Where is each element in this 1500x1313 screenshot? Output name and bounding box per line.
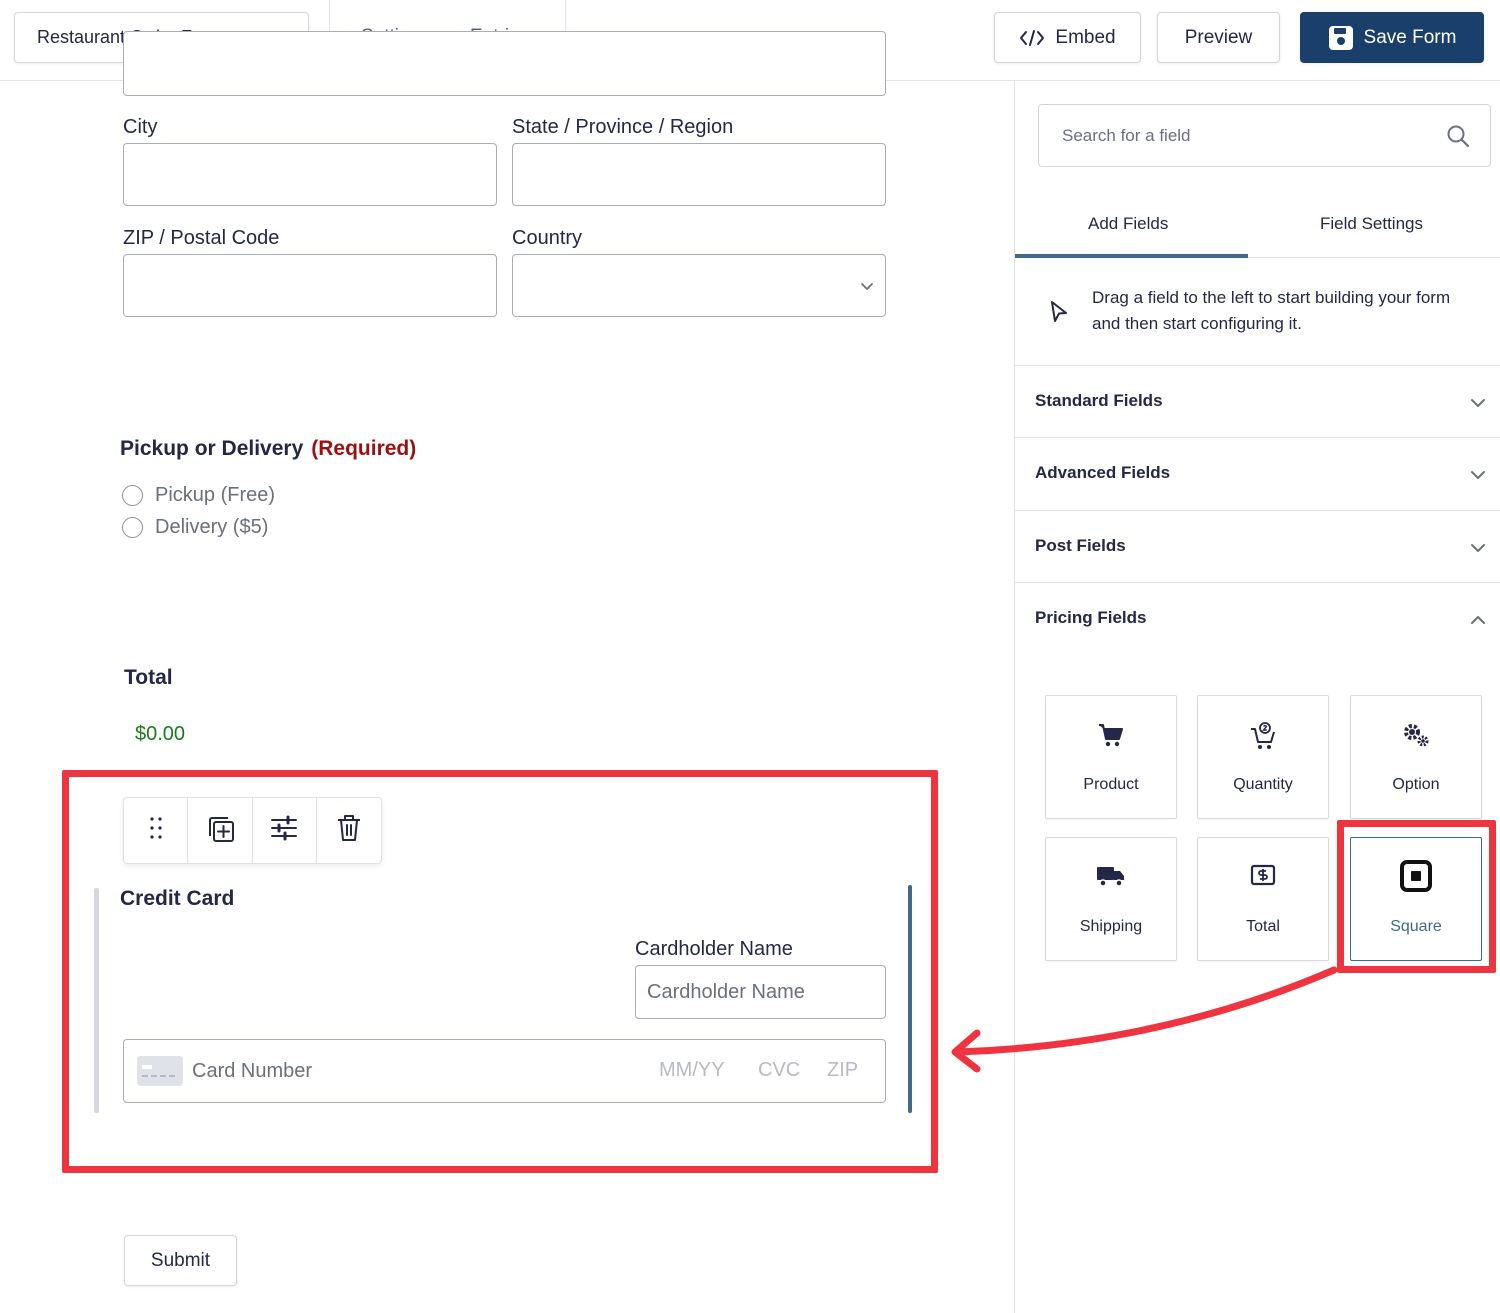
submit-button[interactable]: Submit — [124, 1235, 237, 1286]
country-label: Country — [512, 227, 583, 249]
radio-delivery[interactable]: Delivery ($5) — [122, 516, 268, 539]
country-select[interactable] — [512, 254, 886, 317]
drag-hint: Drag a field to the left to start buildi… — [1092, 288, 1451, 333]
selected-indicator — [908, 885, 912, 1113]
duplicate-icon — [204, 812, 236, 849]
dollar-bill-icon — [1198, 864, 1328, 886]
sliders-icon — [270, 815, 298, 846]
zip-placeholder: ZIP — [827, 1059, 859, 1081]
state-input[interactable] — [512, 143, 886, 206]
form-canvas: City State / Province / Region ZIP / Pos… — [0, 31, 1014, 1313]
pickup-delivery-label: Pickup or Delivery (Required) — [120, 437, 416, 461]
cardholder-name-input[interactable]: Cardholder Name — [635, 965, 886, 1019]
radio-button[interactable] — [122, 485, 143, 506]
search-placeholder: Search for a field — [1062, 125, 1191, 145]
drag-handle[interactable] — [124, 798, 189, 863]
cardholder-name-label: Cardholder Name — [635, 938, 793, 960]
radio-label: Pickup (Free) — [155, 484, 276, 506]
group-advanced-fields[interactable]: Advanced Fields — [1015, 437, 1500, 509]
truck-icon — [1046, 864, 1176, 888]
tile-label: Shipping — [1079, 918, 1143, 935]
field-search-input[interactable]: Search for a field — [1038, 104, 1491, 167]
trash-icon — [336, 814, 362, 847]
zip-input[interactable] — [123, 254, 497, 317]
group-pricing-fields[interactable]: Pricing Fields — [1015, 582, 1500, 654]
tile-label: Quantity — [1233, 776, 1293, 793]
credit-card-label: Credit Card — [120, 887, 235, 910]
group-standard-fields[interactable]: Standard Fields — [1015, 365, 1500, 437]
cart-icon — [1046, 722, 1176, 748]
card-number-input[interactable]: Card Number MM/YY CVC ZIP — [123, 1039, 886, 1103]
cursor-icon — [1049, 300, 1069, 329]
preview-label: Preview — [1184, 26, 1253, 48]
save-form-button[interactable]: Save Form — [1300, 12, 1484, 63]
cart-quantity-icon — [1198, 722, 1328, 750]
chevron-down-icon — [1469, 539, 1487, 562]
chevron-down-icon — [859, 279, 875, 300]
field-tile-shipping[interactable]: Shipping — [1045, 837, 1177, 961]
field-toolbar — [123, 797, 382, 864]
preview-button[interactable]: Preview — [1157, 12, 1280, 63]
tile-label: Total — [1246, 918, 1280, 935]
tab-field-settings[interactable]: Field Settings — [1320, 214, 1423, 234]
city-label: City — [123, 116, 158, 138]
state-label: State / Province / Region — [512, 116, 734, 138]
tab-add-fields[interactable]: Add Fields — [1088, 214, 1168, 234]
credit-card-icon — [137, 1056, 183, 1086]
expiry-placeholder: MM/YY — [659, 1059, 725, 1081]
embed-button[interactable]: Embed — [994, 12, 1141, 63]
radio-label: Delivery ($5) — [155, 516, 269, 538]
group-label: Standard Fields — [1035, 391, 1163, 410]
active-tab-indicator — [1015, 254, 1248, 258]
group-label: Advanced Fields — [1035, 463, 1171, 482]
group-label: Post Fields — [1035, 536, 1126, 555]
tile-label: Option — [1392, 776, 1440, 793]
chevron-down-icon — [1469, 466, 1487, 489]
save-form-label: Save Form — [1363, 26, 1457, 48]
duplicate-field-button[interactable] — [188, 798, 253, 863]
total-value: $0.00 — [135, 723, 186, 745]
zip-label: ZIP / Postal Code — [123, 227, 280, 249]
chevron-up-icon — [1469, 611, 1487, 634]
required-marker: (Required) — [311, 437, 417, 460]
pickup-delivery-title: Pickup or Delivery — [120, 437, 304, 460]
radio-pickup[interactable]: Pickup (Free) — [122, 484, 275, 507]
address-input[interactable] — [123, 31, 886, 96]
tile-label: Product — [1083, 776, 1139, 793]
field-tile-quantity[interactable]: Quantity — [1197, 695, 1329, 819]
radio-button[interactable] — [122, 517, 143, 538]
drag-handle-icon — [149, 816, 163, 845]
city-input[interactable] — [123, 143, 497, 206]
field-indicator — [94, 888, 99, 1113]
embed-label: Embed — [1055, 26, 1116, 48]
highlight-box — [1337, 820, 1496, 973]
chevron-down-icon — [1469, 394, 1487, 417]
floppy-disk-icon — [1328, 25, 1354, 51]
field-tile-option[interactable]: Option — [1350, 695, 1482, 819]
submit-label: Submit — [150, 1249, 211, 1271]
delete-field-button[interactable] — [317, 798, 381, 863]
search-icon — [1446, 124, 1470, 153]
cardholder-placeholder: Cardholder Name — [647, 980, 805, 1003]
field-tile-total[interactable]: Total — [1197, 837, 1329, 961]
gears-icon — [1351, 722, 1481, 748]
card-number-placeholder: Card Number — [192, 1059, 313, 1082]
code-icon — [1019, 29, 1045, 47]
group-label: Pricing Fields — [1035, 608, 1147, 627]
field-tile-product[interactable]: Product — [1045, 695, 1177, 819]
group-post-fields[interactable]: Post Fields — [1015, 510, 1500, 582]
field-sidebar: Search for a field Add Fields Field Sett… — [1014, 81, 1500, 1313]
total-label: Total — [124, 666, 173, 689]
field-settings-button[interactable] — [253, 798, 317, 863]
cvc-placeholder: CVC — [758, 1059, 801, 1081]
